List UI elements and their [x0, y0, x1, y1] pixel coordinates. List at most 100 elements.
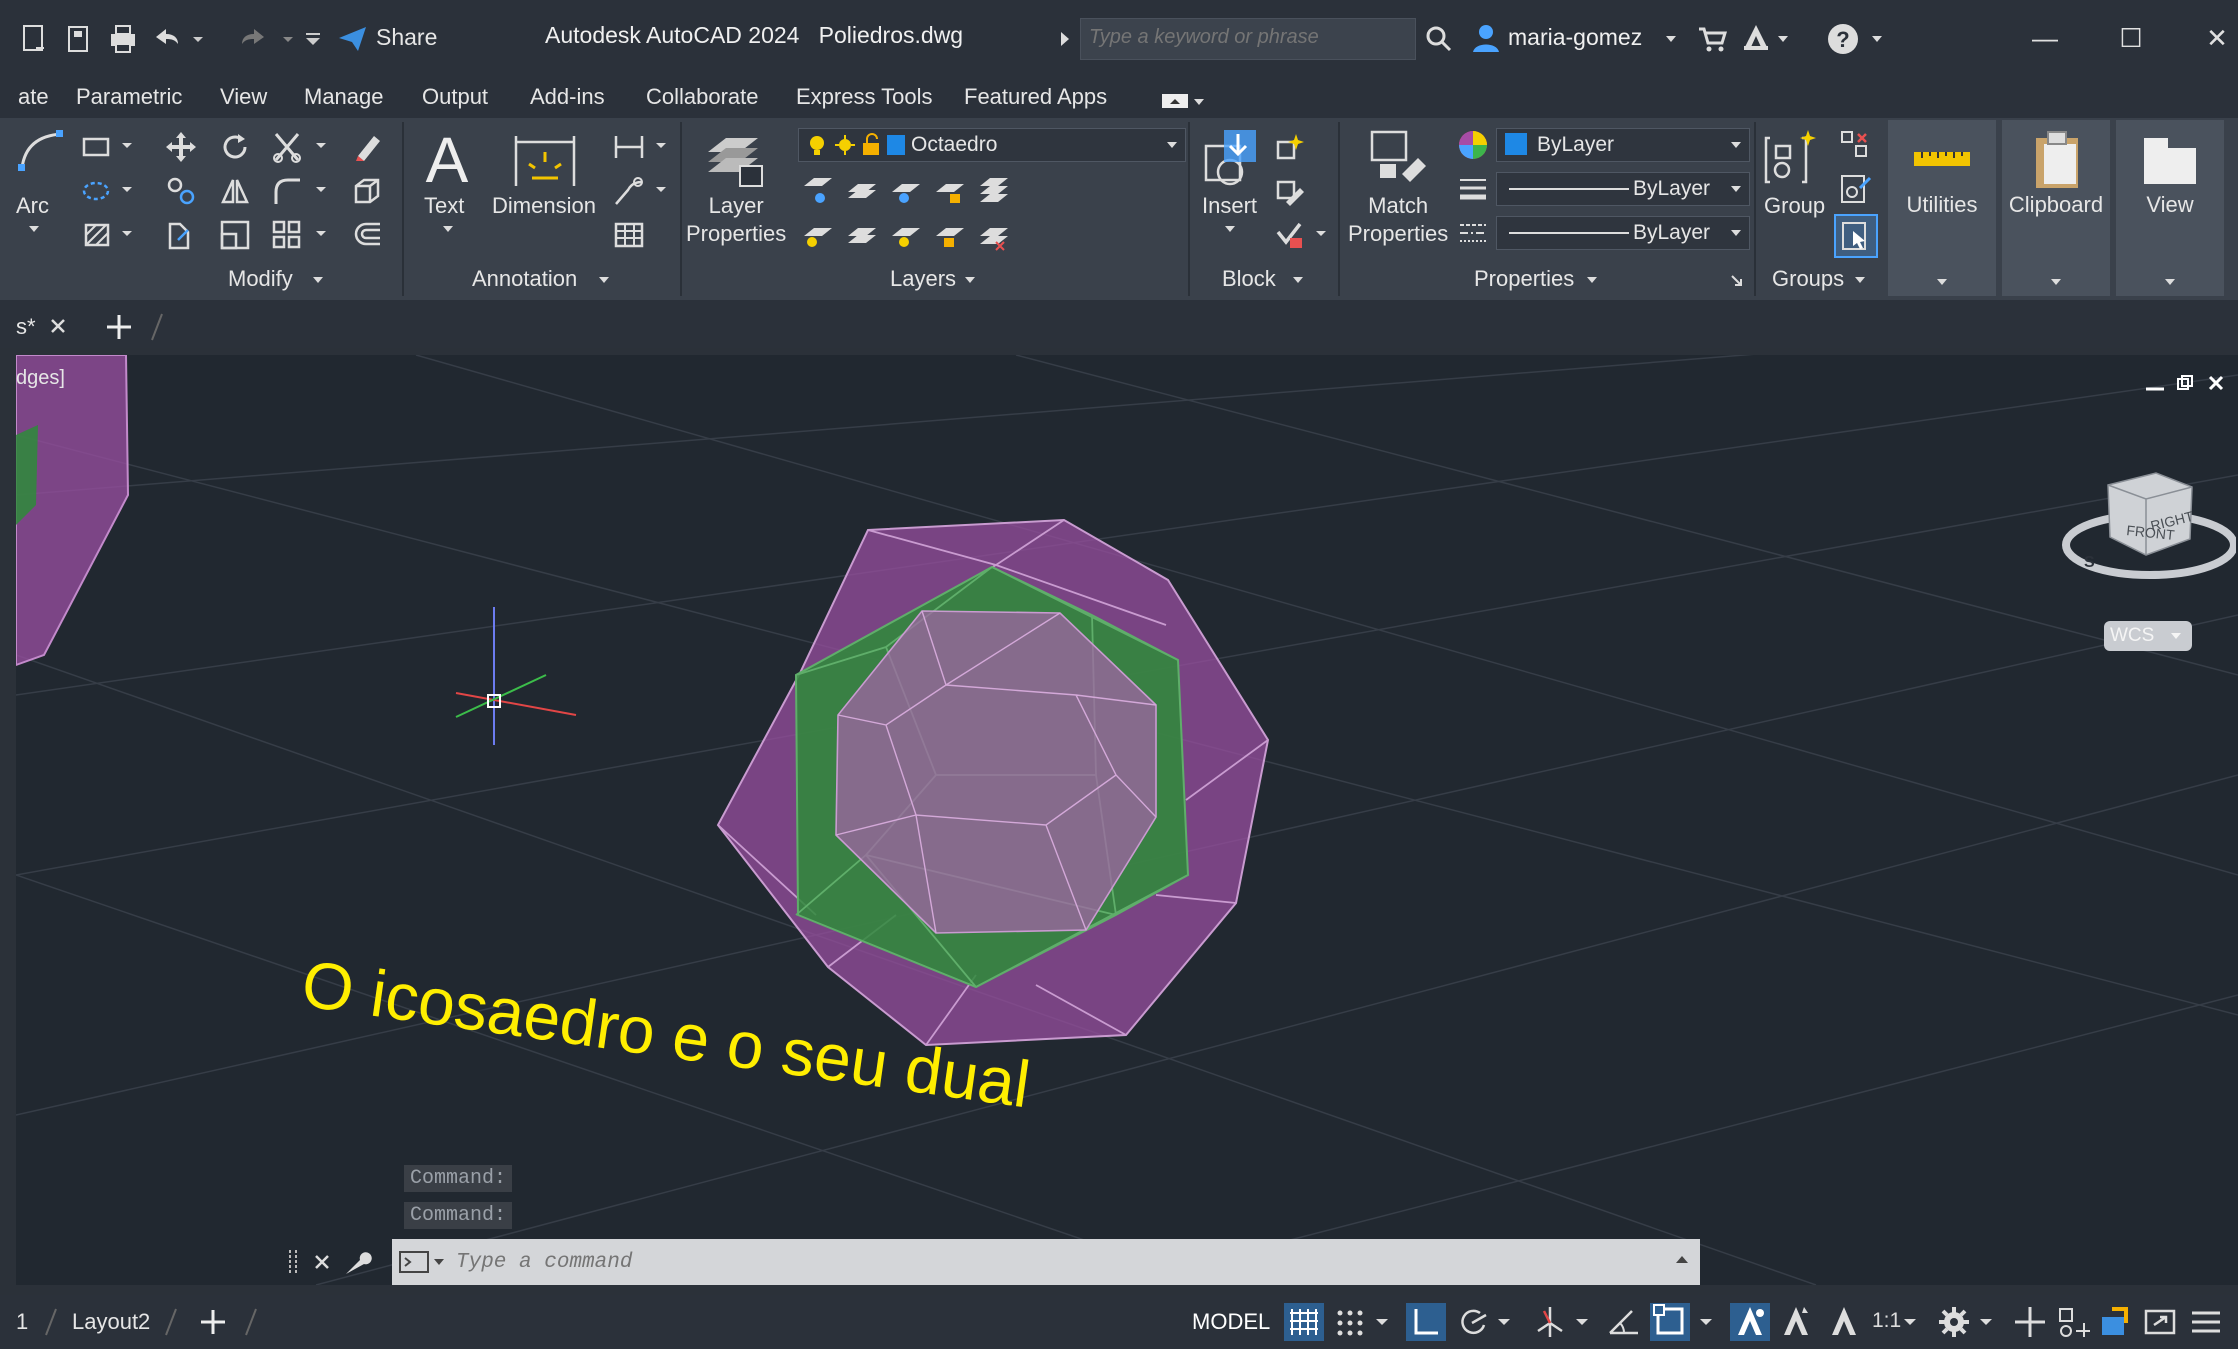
- tab-add-ins[interactable]: Add-ins: [530, 84, 605, 110]
- layer-properties-icon[interactable]: [700, 126, 766, 190]
- expand-arrow-icon[interactable]: [1058, 28, 1072, 50]
- compass-south-label[interactable]: S: [2084, 554, 2095, 571]
- array-dropdown-icon[interactable]: [314, 228, 328, 240]
- customize-menu-icon[interactable]: [2186, 1303, 2226, 1341]
- scale-dropdown-icon[interactable]: [1900, 1303, 1920, 1341]
- close-button[interactable]: ✕: [2192, 18, 2238, 58]
- insert-block-icon[interactable]: [1198, 124, 1264, 192]
- object-snap-dropdown-icon[interactable]: [1696, 1303, 1716, 1341]
- autodesk-a360-icon[interactable]: [1740, 22, 1772, 54]
- text-label[interactable]: Text: [424, 192, 464, 220]
- match-properties-label[interactable]: Match Properties: [1348, 192, 1448, 248]
- text-icon[interactable]: A: [418, 128, 476, 190]
- annotation-scale-value[interactable]: 1:1: [1872, 1309, 1901, 1333]
- object-snap-toggle[interactable]: [1650, 1303, 1690, 1341]
- command-prompt-icon[interactable]: [398, 1249, 446, 1275]
- help-icon[interactable]: ?: [1826, 22, 1860, 56]
- trim-icon[interactable]: [270, 130, 304, 164]
- workspace-gear-icon[interactable]: [1934, 1303, 1974, 1341]
- arc-dropdown-icon[interactable]: [26, 222, 42, 236]
- new-layout-icon[interactable]: [198, 1307, 228, 1337]
- layers-panel-label[interactable]: Layers: [890, 266, 956, 292]
- properties-dialog-launcher-icon[interactable]: [1730, 274, 1744, 288]
- print-icon[interactable]: [106, 22, 140, 56]
- tab-layout2[interactable]: Layout2: [72, 1309, 150, 1335]
- dimension-icon[interactable]: [510, 126, 580, 190]
- viewport-controls-label[interactable]: dges]: [16, 367, 65, 390]
- mirror-icon[interactable]: [218, 174, 252, 208]
- command-line[interactable]: [392, 1239, 1700, 1285]
- offset-icon[interactable]: [350, 218, 384, 252]
- tab-drawing[interactable]: s*: [16, 314, 36, 340]
- copy-icon[interactable]: [164, 174, 198, 208]
- linear-dimension-icon[interactable]: [612, 130, 646, 164]
- text-dropdown-icon[interactable]: [440, 222, 456, 236]
- lineweight-icon[interactable]: [1456, 172, 1490, 206]
- edit-attributes-icon[interactable]: [1272, 218, 1306, 252]
- share-icon[interactable]: [336, 22, 370, 56]
- isodraft-icon[interactable]: [1530, 1303, 1570, 1341]
- fillet-icon[interactable]: [270, 174, 304, 208]
- utilities-button[interactable]: Utilities: [1888, 120, 1996, 296]
- annotation-panel-label[interactable]: Annotation: [472, 266, 577, 292]
- rectangle-dropdown-icon[interactable]: [120, 140, 134, 152]
- tab-output[interactable]: Output: [422, 84, 488, 110]
- move-icon[interactable]: [164, 130, 198, 164]
- table-icon[interactable]: [612, 218, 646, 252]
- view-button[interactable]: View: [2116, 120, 2224, 296]
- array-icon[interactable]: [270, 218, 304, 252]
- help-dropdown-icon[interactable]: [1870, 32, 1884, 46]
- cart-icon[interactable]: [1696, 24, 1728, 54]
- hatch-dropdown-icon[interactable]: [120, 228, 134, 240]
- properties-panel-label[interactable]: Properties: [1474, 266, 1574, 292]
- modify-panel-dropdown-icon[interactable]: [310, 274, 326, 286]
- command-input[interactable]: [454, 1245, 1638, 1279]
- rotate-icon[interactable]: [218, 130, 252, 164]
- isodraft-dropdown-icon[interactable]: [1572, 1303, 1592, 1341]
- clipboard-button[interactable]: Clipboard: [2002, 120, 2110, 296]
- ortho-toggle[interactable]: [1406, 1303, 1446, 1341]
- tab-parametric[interactable]: Parametric: [76, 84, 182, 110]
- match-properties-icon[interactable]: [1366, 126, 1432, 190]
- color-wheel-icon[interactable]: [1456, 128, 1490, 162]
- group-edit-icon[interactable]: [1838, 172, 1872, 206]
- trim-dropdown-icon[interactable]: [314, 140, 328, 152]
- ungroup-icon[interactable]: [1838, 128, 1872, 162]
- customize-toolbar-icon[interactable]: [302, 22, 326, 56]
- user-icon[interactable]: [1470, 22, 1502, 54]
- user-dropdown-icon[interactable]: [1664, 32, 1678, 46]
- annotation-monitor-icon[interactable]: [2010, 1303, 2050, 1341]
- ellipse-icon[interactable]: [80, 176, 116, 206]
- object-snap-tracking-icon[interactable]: [1604, 1303, 1644, 1341]
- save-file-icon[interactable]: [62, 22, 96, 56]
- linetype-dropdown[interactable]: ByLayer: [1496, 216, 1750, 250]
- tab-view[interactable]: View: [220, 84, 267, 110]
- modify-panel-label[interactable]: Modify: [228, 266, 293, 292]
- auto-scale-icon[interactable]: [1776, 1303, 1816, 1341]
- ellipse-dropdown-icon[interactable]: [120, 184, 134, 196]
- new-tab-icon[interactable]: [104, 312, 134, 342]
- layers-panel-dropdown-icon[interactable]: [962, 274, 978, 286]
- drawing-viewport[interactable]: dges] FRONT RIGHT S WCS O icosaedro e o …: [16, 355, 2238, 1285]
- model-space-button[interactable]: MODEL: [1192, 1309, 1270, 1335]
- color-dropdown[interactable]: ByLayer: [1496, 128, 1750, 162]
- redo-icon[interactable]: [236, 22, 270, 56]
- command-history-toggle-icon[interactable]: [1674, 1253, 1690, 1267]
- redo-dropdown-icon[interactable]: [278, 22, 298, 56]
- maximize-button[interactable]: ☐: [2106, 18, 2156, 58]
- workspace-dropdown-icon[interactable]: [1976, 1303, 1996, 1341]
- search-box[interactable]: [1080, 18, 1416, 60]
- create-block-icon[interactable]: [1272, 130, 1306, 164]
- layout-tab-partial[interactable]: 1: [16, 1309, 28, 1335]
- fillet-dropdown-icon[interactable]: [314, 184, 328, 196]
- snap-icon[interactable]: [1330, 1303, 1370, 1341]
- block-panel-dropdown-icon[interactable]: [1290, 274, 1306, 286]
- layer-tools-row1-icons[interactable]: [800, 172, 1036, 208]
- dimension-dropdown-icon[interactable]: [654, 140, 668, 152]
- search-input[interactable]: [1081, 19, 1397, 56]
- drawing-canvas[interactable]: [16, 355, 2238, 1285]
- polar-tracking-icon[interactable]: [1454, 1303, 1494, 1341]
- grid-toggle[interactable]: [1284, 1303, 1324, 1341]
- edit-block-icon[interactable]: [1272, 174, 1306, 208]
- properties-panel-dropdown-icon[interactable]: [1584, 274, 1600, 286]
